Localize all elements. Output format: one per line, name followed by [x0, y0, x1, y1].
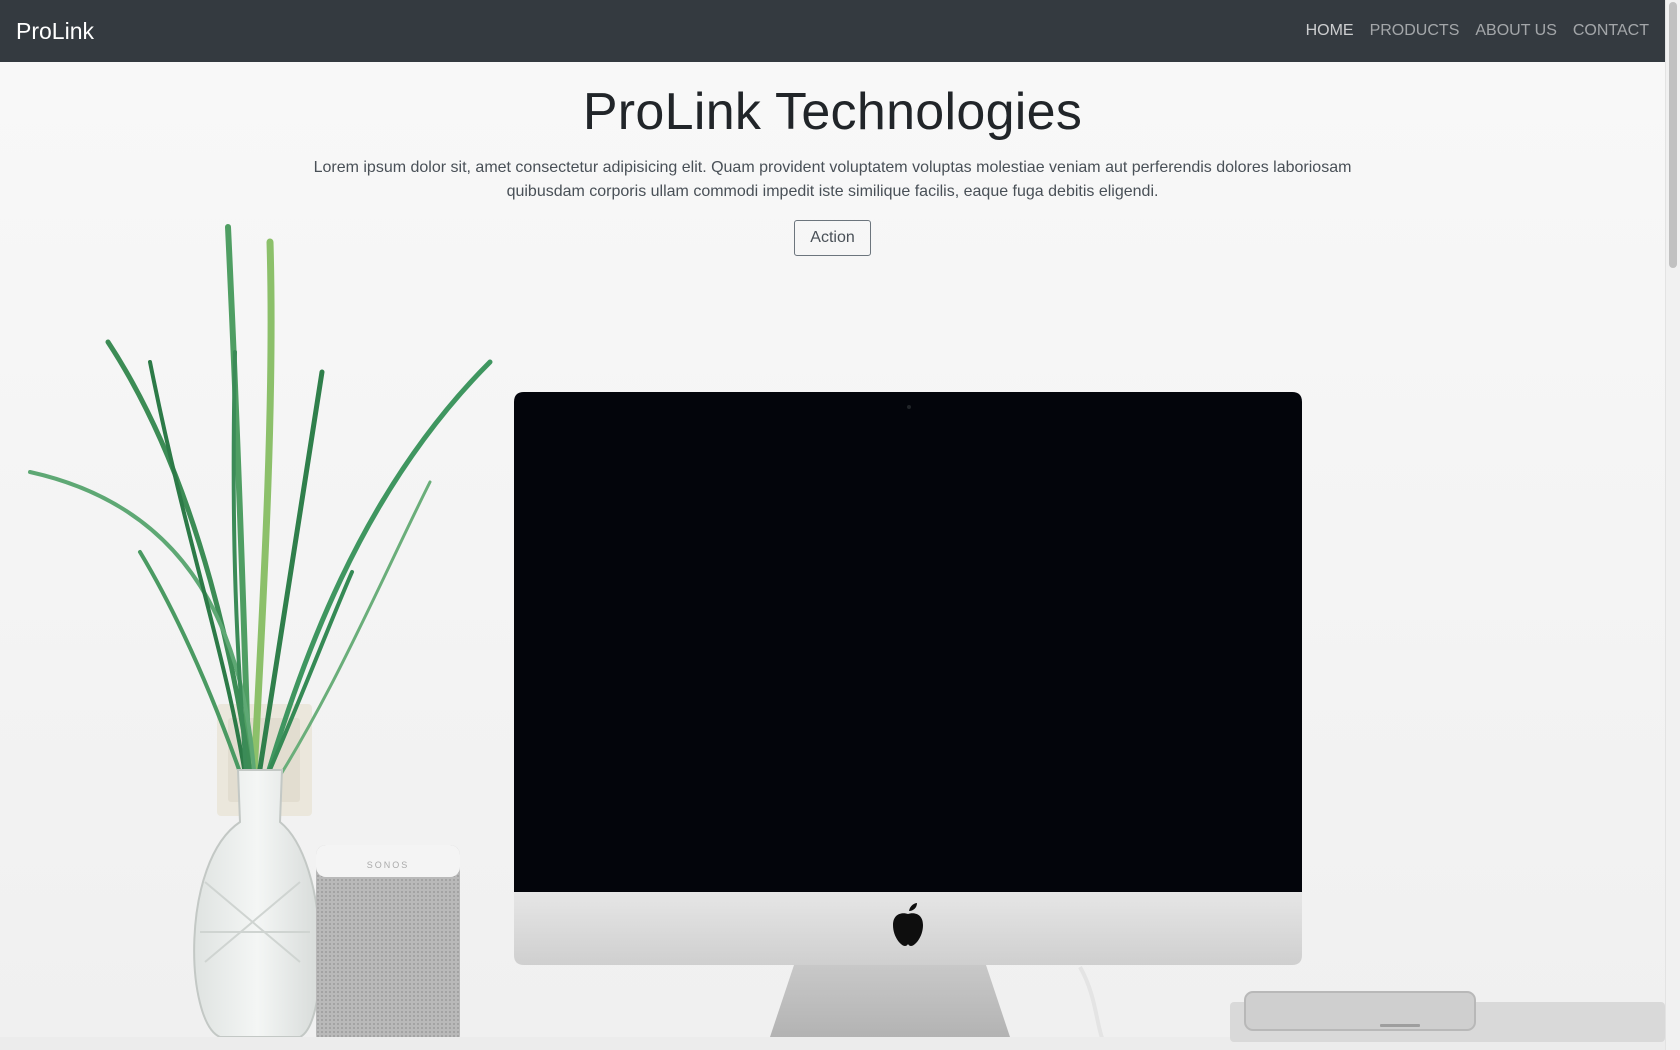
nav-item-products: PRODUCTS: [1370, 22, 1460, 40]
speaker: SONOS: [316, 845, 460, 1045]
speaker-brand-label: SONOS: [367, 860, 410, 870]
page-scrollbar[interactable]: [1665, 0, 1680, 1050]
top-navbar: ProLink HOME PRODUCTS ABOUT US CONTACT: [0, 0, 1665, 62]
tablet-device: [1244, 991, 1476, 1031]
hero-title: ProLink Technologies: [582, 83, 1083, 141]
nav-link-products[interactable]: PRODUCTS: [1370, 22, 1460, 39]
hero-section: SONOS ProLink Technologies Lorem ipsum d…: [0, 62, 1665, 1050]
brand-logo-link[interactable]: ProLink: [16, 18, 94, 45]
nav-item-about: ABOUT US: [1475, 22, 1557, 40]
nav-link-contact[interactable]: CONTACT: [1573, 22, 1649, 39]
nav-item-home: HOME: [1306, 22, 1354, 40]
nav-menu: HOME PRODUCTS ABOUT US CONTACT: [1290, 22, 1649, 40]
hero-description: Lorem ipsum dolor sit, amet consectetur …: [313, 159, 1352, 200]
nav-item-contact: CONTACT: [1573, 22, 1649, 40]
scrollbar-thumb[interactable]: [1669, 2, 1677, 268]
nav-link-home[interactable]: HOME: [1306, 22, 1354, 39]
action-button[interactable]: Action: [794, 220, 871, 256]
hero-content: ProLink Technologies Lorem ipsum dolor s…: [0, 82, 1665, 256]
nav-link-about-us[interactable]: ABOUT US: [1475, 22, 1557, 39]
